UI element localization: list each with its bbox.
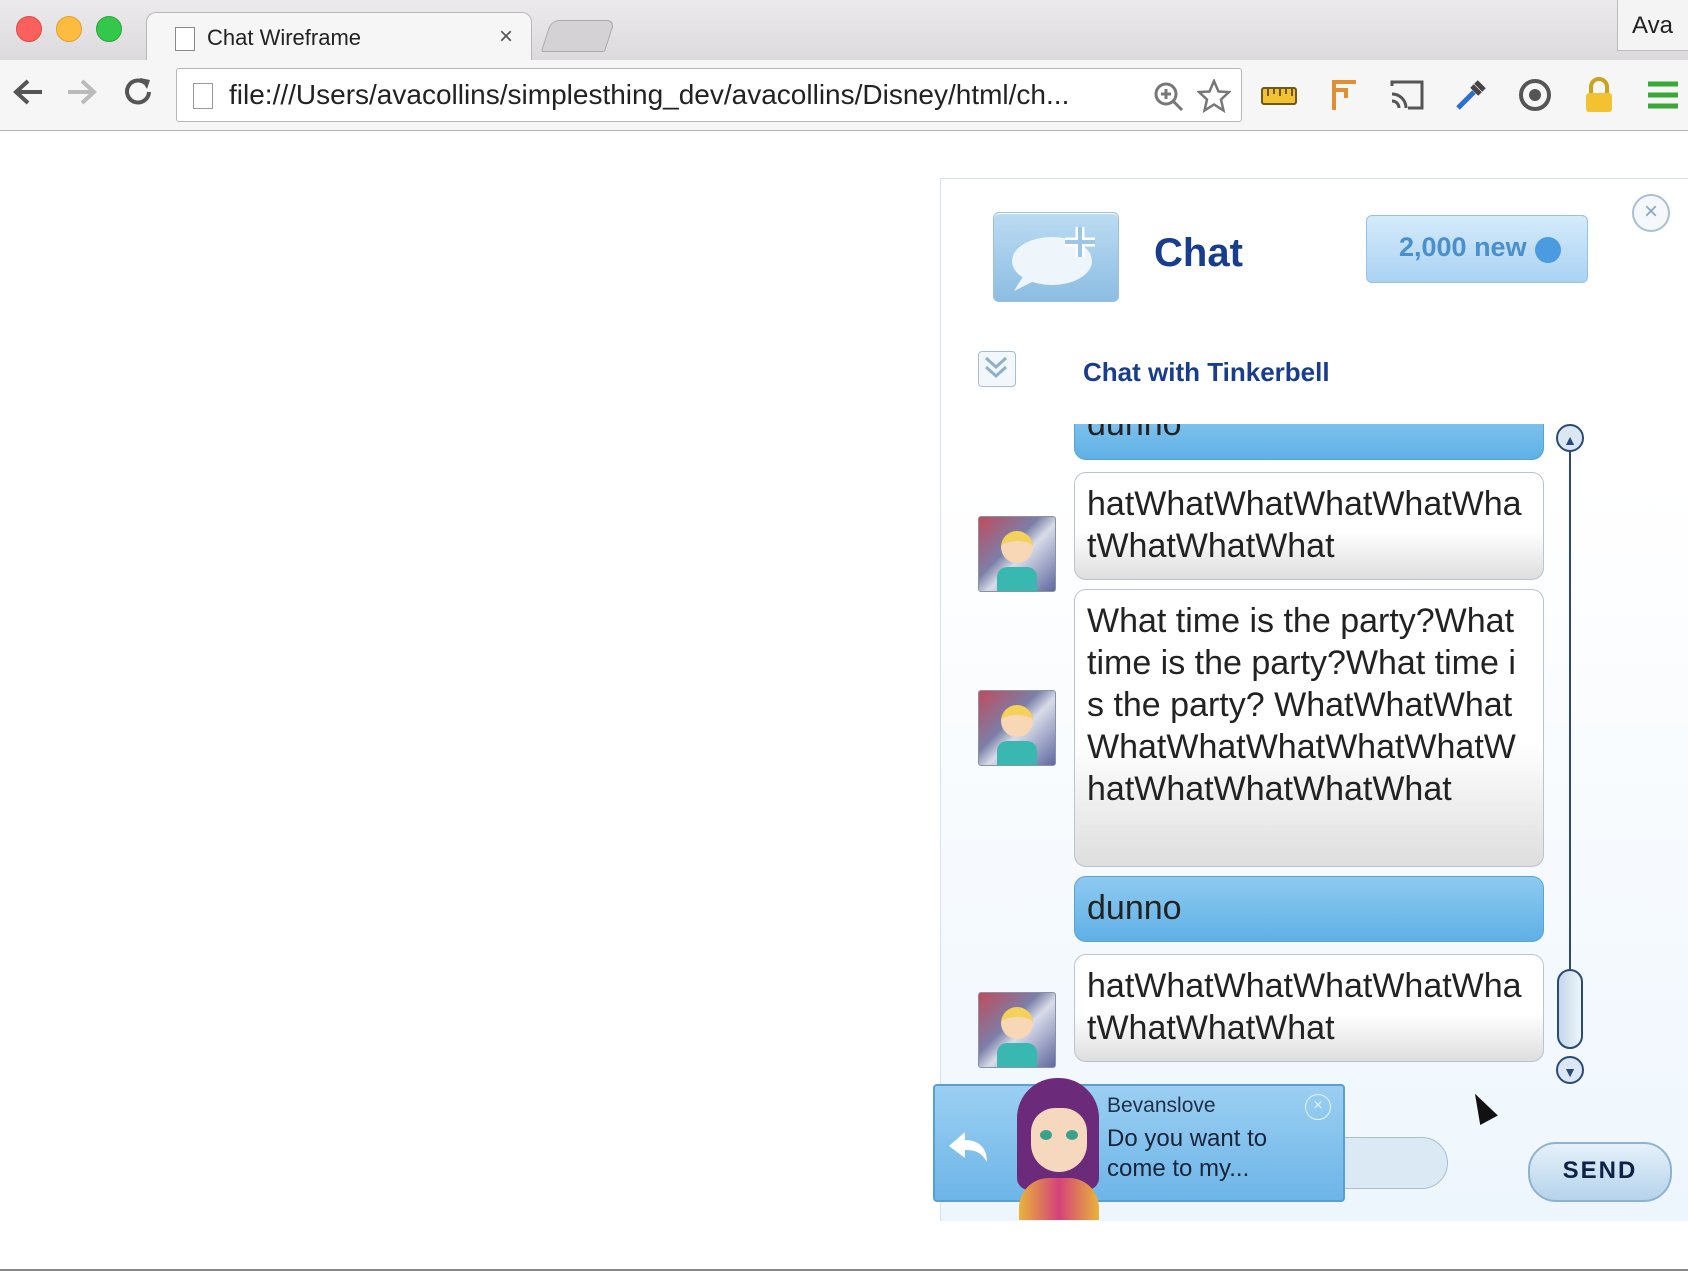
message-notification[interactable]: Bevanslove Do you want to come to my... … — [933, 1078, 1345, 1220]
page-icon — [193, 83, 213, 109]
chat-title: Chat — [1154, 231, 1243, 275]
status-dot-icon — [1535, 237, 1561, 263]
collapse-icon — [984, 356, 1008, 379]
message-text: hatWhatWhatWhatWhatWhatWhatWhatWhat — [1087, 967, 1522, 1047]
tab-title: Chat Wireframe — [207, 25, 362, 50]
message-bubble-sent: dunno — [1074, 876, 1544, 942]
forward-button[interactable] — [62, 74, 102, 114]
message-text: What time is the party?What time is the … — [1087, 602, 1516, 808]
reply-button[interactable] — [945, 1126, 991, 1166]
window-close-button[interactable] — [16, 16, 42, 42]
message-text: dunno — [1087, 889, 1182, 927]
star-icon[interactable] — [1197, 79, 1231, 113]
ruler-icon[interactable] — [1260, 76, 1298, 114]
new-chat-button[interactable] — [993, 212, 1119, 302]
cast-icon[interactable] — [1388, 76, 1426, 114]
window-minimize-button[interactable] — [56, 16, 82, 42]
browser-titlebar: Chat Wireframe × Ava — [0, 0, 1688, 63]
message-text: hatWhatWhatWhatWhatWhatWhatWhatWhat — [1087, 485, 1522, 565]
profile-button[interactable]: Ava — [1617, 0, 1688, 51]
message-text: dunno — [1087, 424, 1182, 443]
zoom-icon[interactable] — [1153, 81, 1185, 113]
menu-icon[interactable] — [1644, 76, 1682, 114]
back-button[interactable] — [8, 74, 48, 114]
conversation-title: Chat with Tinkerbell — [1083, 357, 1330, 387]
avatar — [978, 690, 1056, 766]
scroll-thumb[interactable] — [1557, 969, 1583, 1049]
collapse-button[interactable] — [978, 351, 1016, 387]
scroll-up-button[interactable]: ▲ — [1556, 424, 1584, 452]
new-tab-button[interactable] — [540, 20, 616, 52]
message-bubble-received: What time is the party?What time is the … — [1074, 589, 1544, 867]
message-bubble-received: hatWhatWhatWhatWhatWhatWhatWhatWhat — [1074, 954, 1544, 1062]
scroll-down-button[interactable]: ▼ — [1556, 1056, 1584, 1084]
address-bar[interactable]: file:///Users/avacollins/simplesthing_de… — [176, 68, 1242, 122]
message-bubble-sent: dunno — [1074, 424, 1544, 460]
window-maximize-button[interactable] — [96, 16, 122, 42]
url-text: file:///Users/avacollins/simplesthing_de… — [229, 79, 1070, 110]
chat-panel: × Chat 2,000 new Chat with Tinkerbell du… — [940, 178, 1688, 1221]
message-bubble-received: hatWhatWhatWhatWhatWhatWhatWhatWhat — [1074, 472, 1544, 580]
avatar — [978, 516, 1056, 592]
profile-name: Ava — [1632, 12, 1673, 39]
new-messages-count: 2,000 new — [1399, 232, 1527, 262]
message-scrollbar[interactable]: ▲ ▼ — [1556, 424, 1586, 1084]
sync-icon[interactable] — [1516, 76, 1554, 114]
new-chat-icon — [1012, 227, 1095, 291]
new-messages-badge[interactable]: 2,000 new — [1366, 215, 1588, 283]
sender-avatar — [1007, 1078, 1111, 1220]
send-button[interactable]: SEND — [1528, 1142, 1672, 1202]
eyedropper-icon[interactable] — [1452, 76, 1490, 114]
avatar — [978, 992, 1056, 1068]
window-bottom-border — [0, 1269, 1688, 1271]
reply-icon — [949, 1132, 987, 1162]
forward-arrow-icon — [68, 79, 97, 105]
notification-sender: Bevanslove — [1107, 1094, 1216, 1117]
message-list[interactable]: dunno hatWhatWhatWhatWhatWhatWhatWhatWha… — [941, 424, 1621, 1079]
browser-tab[interactable]: Chat Wireframe × — [146, 12, 532, 63]
scroll-track — [1569, 442, 1571, 1042]
crane-icon[interactable] — [1324, 76, 1362, 114]
notification-close-button[interactable]: × — [1305, 1094, 1331, 1120]
reload-icon — [125, 78, 151, 105]
chat-close-button[interactable]: × — [1632, 194, 1670, 232]
back-arrow-icon — [13, 79, 42, 105]
lock-icon[interactable] — [1580, 76, 1618, 114]
browser-toolbar: file:///Users/avacollins/simplesthing_de… — [0, 60, 1688, 131]
notification-message: Do you want to come to my... — [1107, 1125, 1268, 1182]
reload-button[interactable] — [118, 74, 158, 114]
tab-close-button[interactable]: × — [499, 23, 513, 51]
page-icon — [175, 27, 195, 51]
